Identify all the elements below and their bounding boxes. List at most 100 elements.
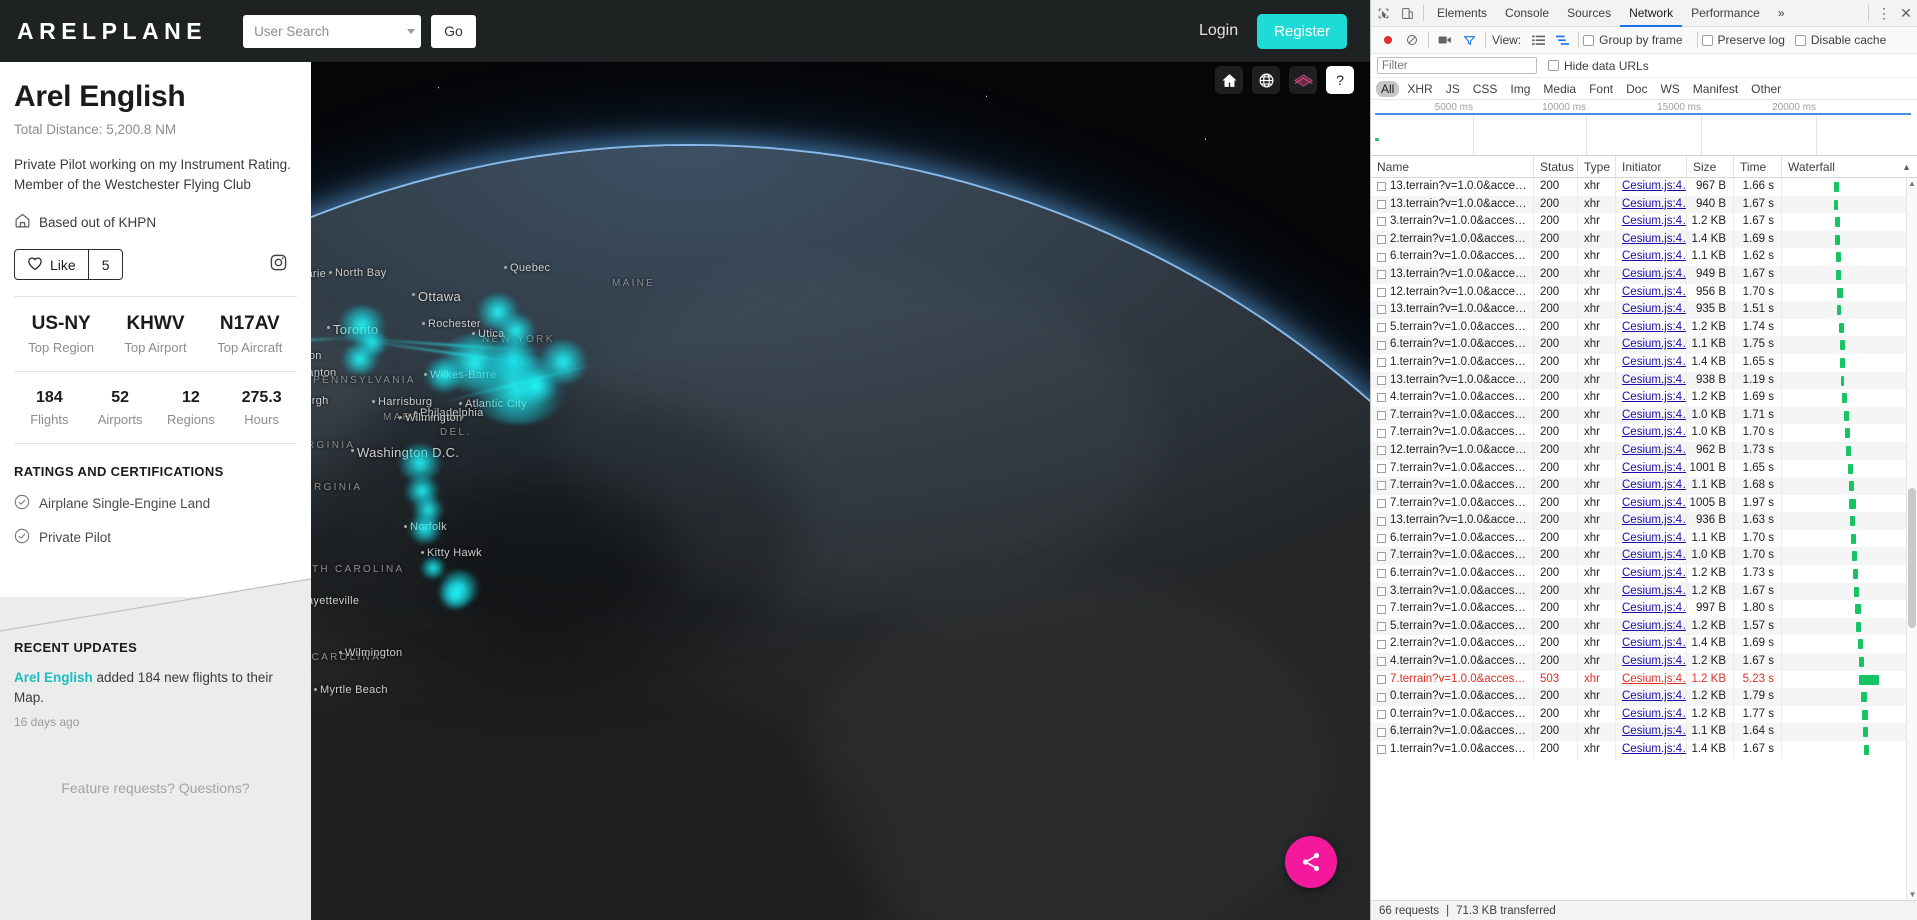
checkbox[interactable] [1377,710,1386,720]
table-row[interactable]: 7.terrain?v=1.0.0&acces… 200 xhr Cesium.js:… [1371,406,1917,425]
initiator-link[interactable]: Cesium.js:4… [1622,725,1686,737]
request-initiator[interactable]: Cesium.js:4… [1616,213,1687,231]
checkbox[interactable] [1377,235,1386,245]
waterfall-view-icon[interactable] [1550,27,1574,53]
table-row[interactable]: 12.terrain?v=1.0.0&acce… 200 xhr Cesium.js:… [1371,283,1917,302]
checkbox[interactable] [1377,481,1386,491]
share-button[interactable] [1285,836,1337,888]
type-filter-ws[interactable]: WS [1655,81,1684,97]
request-name[interactable]: 6.terrain?v=1.0.0&acces… [1371,248,1534,266]
request-initiator[interactable]: Cesium.js:4… [1616,547,1687,566]
checkbox[interactable] [1377,287,1386,297]
request-name[interactable]: 7.terrain?v=1.0.0&acces… [1371,494,1534,513]
request-name[interactable]: 6.terrain?v=1.0.0&acces… [1371,336,1534,354]
checkbox[interactable] [1377,199,1386,209]
checkbox[interactable] [1377,727,1386,737]
table-row[interactable]: 5.terrain?v=1.0.0&acces… 200 xhr Cesium.js:… [1371,617,1917,636]
table-row[interactable]: 4.terrain?v=1.0.0&acces… 200 xhr Cesium.js:… [1371,389,1917,407]
request-name[interactable]: 7.terrain?v=1.0.0&acces… [1371,670,1534,689]
clear-icon[interactable] [1400,27,1424,53]
request-name[interactable]: 7.terrain?v=1.0.0&acces… [1371,477,1534,495]
initiator-link[interactable]: Cesium.js:4… [1622,602,1686,614]
column-status[interactable]: Status [1534,155,1578,178]
request-initiator[interactable]: Cesium.js:4… [1616,230,1687,249]
initiator-link[interactable]: Cesium.js:4… [1622,286,1686,298]
request-name[interactable]: 13.terrain?v=1.0.0&acce… [1371,301,1534,319]
request-initiator[interactable]: Cesium.js:4… [1616,283,1687,302]
checkbox[interactable] [1377,270,1386,280]
table-row[interactable]: 2.terrain?v=1.0.0&acces… 200 xhr Cesium.js:… [1371,230,1917,249]
help-icon[interactable]: ? [1326,66,1354,94]
checkbox[interactable] [1377,569,1386,579]
table-row[interactable]: 6.terrain?v=1.0.0&acces… 200 xhr Cesium.js:… [1371,723,1917,741]
request-name[interactable]: 4.terrain?v=1.0.0&acces… [1371,389,1534,407]
home-icon[interactable] [1215,66,1243,94]
type-filter-img[interactable]: Img [1505,81,1535,97]
request-name[interactable]: 4.terrain?v=1.0.0&acces… [1371,653,1534,671]
initiator-link[interactable]: Cesium.js:4… [1622,462,1686,474]
request-initiator[interactable]: Cesium.js:4… [1616,617,1687,636]
request-name[interactable]: 12.terrain?v=1.0.0&acce… [1371,441,1534,460]
checkbox[interactable] [1377,340,1386,350]
user-search-input[interactable]: User Search [243,14,422,48]
request-initiator[interactable]: Cesium.js:4… [1616,371,1687,390]
type-filter-js[interactable]: JS [1441,81,1465,97]
close-icon[interactable]: ✕ [1895,5,1917,22]
table-row[interactable]: 6.terrain?v=1.0.0&acces… 200 xhr Cesium.js:… [1371,565,1917,583]
request-name[interactable]: 6.terrain?v=1.0.0&acces… [1371,723,1534,741]
checkbox[interactable] [1583,34,1595,46]
initiator-link[interactable]: Cesium.js:4… [1622,180,1686,192]
request-initiator[interactable]: Cesium.js:4… [1616,353,1687,372]
column-type[interactable]: Type [1578,155,1616,178]
initiator-link[interactable]: Cesium.js:4… [1622,743,1686,755]
request-name[interactable]: 2.terrain?v=1.0.0&acces… [1371,230,1534,249]
request-name[interactable]: 7.terrain?v=1.0.0&acces… [1371,600,1534,618]
brand-logo[interactable]: ARELPLANE [17,18,207,45]
hide-data-urls-checkbox[interactable]: Hide data URLs [1548,59,1649,73]
checkbox[interactable] [1377,463,1386,473]
request-name[interactable]: 13.terrain?v=1.0.0&acce… [1371,195,1534,214]
initiator-link[interactable]: Cesium.js:4… [1622,303,1686,315]
checkbox[interactable] [1377,516,1386,526]
scroll-up-icon[interactable]: ▲ [1907,178,1917,189]
request-name[interactable]: 13.terrain?v=1.0.0&acce… [1371,512,1534,530]
request-initiator[interactable]: Cesium.js:4… [1616,336,1687,354]
checkbox[interactable] [1377,692,1386,702]
initiator-link[interactable]: Cesium.js:4… [1622,549,1686,561]
initiator-link[interactable]: Cesium.js:4… [1622,655,1686,667]
request-name[interactable]: 1.terrain?v=1.0.0&acces… [1371,353,1534,372]
initiator-link[interactable]: Cesium.js:4… [1622,673,1686,685]
network-overview-timeline[interactable]: 5000 ms 10000 ms 15000 ms 20000 ms [1371,100,1917,156]
instagram-icon[interactable] [269,253,288,277]
initiator-link[interactable]: Cesium.js:4… [1622,356,1686,368]
initiator-link[interactable]: Cesium.js:4… [1622,250,1686,262]
checkbox[interactable] [1377,323,1386,333]
request-name[interactable]: 3.terrain?v=1.0.0&acces… [1371,213,1534,231]
checkbox[interactable] [1794,34,1806,46]
table-row[interactable]: 12.terrain?v=1.0.0&acce… 200 xhr Cesium.js:… [1371,441,1917,460]
request-initiator[interactable]: Cesium.js:4… [1616,635,1687,654]
table-row[interactable]: 5.terrain?v=1.0.0&acces… 200 xhr Cesium.js:… [1371,318,1917,337]
initiator-link[interactable]: Cesium.js:4… [1622,479,1686,491]
checkbox[interactable] [1377,446,1386,456]
request-initiator[interactable]: Cesium.js:4… [1616,424,1687,442]
checkbox[interactable] [1548,60,1559,71]
column-waterfall[interactable]: Waterfall [1788,156,1835,178]
type-filter-doc[interactable]: Doc [1621,81,1652,97]
checkbox[interactable] [1701,34,1713,46]
request-initiator[interactable]: Cesium.js:4… [1616,265,1687,284]
request-name[interactable]: 3.terrain?v=1.0.0&acces… [1371,582,1534,601]
checkbox[interactable] [1377,639,1386,649]
table-row[interactable]: 7.terrain?v=1.0.0&acces… 200 xhr Cesium.js:… [1371,547,1917,566]
checkbox[interactable] [1377,534,1386,544]
request-name[interactable]: 5.terrain?v=1.0.0&acces… [1371,617,1534,636]
request-name[interactable]: 7.terrain?v=1.0.0&acces… [1371,424,1534,442]
table-row[interactable]: 6.terrain?v=1.0.0&acces… 200 xhr Cesium.js:… [1371,529,1917,548]
column-initiator[interactable]: Initiator [1616,155,1687,178]
request-name[interactable]: 7.terrain?v=1.0.0&acces… [1371,459,1534,478]
type-filter-xhr[interactable]: XHR [1402,81,1437,97]
initiator-link[interactable]: Cesium.js:4… [1622,532,1686,544]
table-row[interactable]: 7.terrain?v=1.0.0&acces… 503 xhr Cesium.js:… [1371,670,1917,689]
request-initiator[interactable]: Cesium.js:4… [1616,318,1687,337]
type-filter-other[interactable]: Other [1746,81,1786,97]
